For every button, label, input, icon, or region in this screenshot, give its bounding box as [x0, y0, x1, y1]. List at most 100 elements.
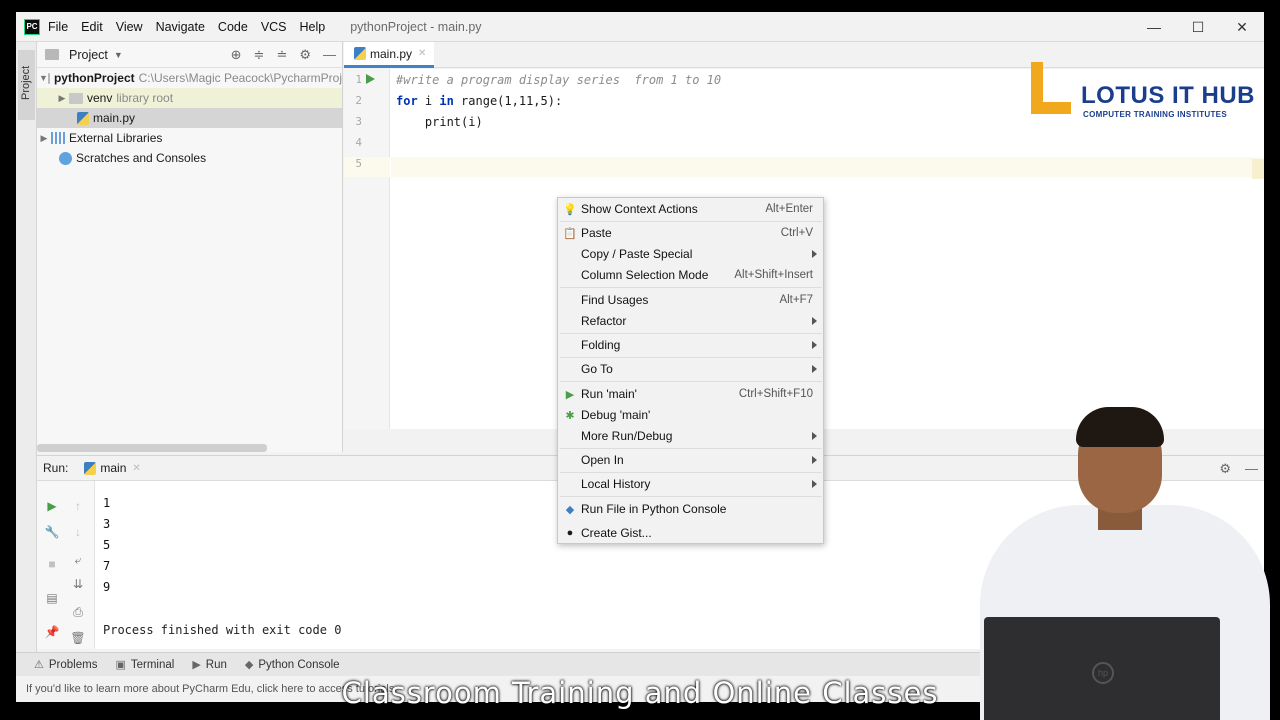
chevron-down-icon[interactable]: ▼: [39, 73, 48, 83]
collapse-all-icon[interactable]: ≐: [276, 47, 287, 63]
tab-problems[interactable]: ⚠ Problems: [34, 658, 97, 672]
horizontal-scrollbar[interactable]: [37, 444, 267, 452]
tree-label: venv: [87, 91, 113, 105]
run-icon: ▶: [565, 388, 575, 401]
print-icon[interactable]: ⎙: [71, 605, 85, 619]
project-panel-title[interactable]: Project: [69, 48, 108, 62]
clipboard-icon: 📋: [563, 227, 577, 240]
menu-item-create-gist[interactable]: ● Create Gist...: [558, 522, 823, 544]
menu-item-folding[interactable]: Folding: [558, 334, 823, 356]
layout-icon[interactable]: ▤: [45, 591, 59, 605]
menu-item-label: Find Usages: [581, 293, 649, 307]
close-icon[interactable]: ✕: [132, 463, 140, 474]
problems-icon: ⚠: [34, 659, 44, 671]
run-tab-main[interactable]: main ✕: [84, 461, 141, 475]
terminal-icon: ▣: [115, 659, 126, 671]
expand-all-icon[interactable]: ≑: [254, 47, 265, 63]
menu-view[interactable]: View: [116, 20, 143, 34]
python-file-icon: [77, 111, 89, 125]
menu-item-show-context-actions[interactable]: 💡 Show Context Actions Alt+Enter: [558, 198, 823, 220]
wrench-icon[interactable]: 🔧: [45, 525, 60, 539]
code-text: i: [417, 94, 440, 108]
stop-icon[interactable]: ■: [45, 557, 59, 571]
soft-wrap-icon[interactable]: ⤶: [71, 553, 85, 567]
menu-item-shortcut: Alt+F7: [779, 294, 813, 306]
tab-terminal[interactable]: ▣ Terminal: [115, 658, 174, 672]
trash-icon[interactable]: 🗑: [70, 631, 85, 645]
run-tab-label: main: [100, 461, 127, 475]
github-icon: ●: [566, 527, 574, 539]
video-caption: Classroom Training and Online Classes: [341, 676, 939, 710]
menu-item-paste[interactable]: 📋 Paste Ctrl+V: [558, 222, 823, 244]
menu-item-local-history[interactable]: Local History: [558, 473, 823, 495]
folder-icon: [47, 72, 50, 84]
tab-label: Python Console: [258, 658, 340, 671]
rerun-icon[interactable]: ▶: [45, 499, 59, 513]
maximize-button[interactable]: ☐: [1176, 12, 1220, 42]
tree-row-external-libraries[interactable]: ▶ External Libraries: [37, 128, 342, 148]
scrollbar-marker: [1252, 159, 1264, 179]
menu-item-refactor[interactable]: Refactor: [558, 310, 823, 332]
submenu-arrow-icon: [812, 317, 817, 325]
run-gutter-icon[interactable]: [366, 74, 375, 84]
locate-icon[interactable]: ⊕: [231, 47, 242, 63]
menu-edit[interactable]: Edit: [81, 20, 103, 34]
keyword: for: [396, 94, 418, 108]
code-text: range(1,11,5):: [453, 94, 563, 108]
menu-item-more-run-debug[interactable]: More Run/Debug: [558, 425, 823, 447]
tree-row-project-root[interactable]: ▼ pythonProject C:\Users\Magic Peacock\P…: [37, 68, 342, 88]
menu-item-column-selection-mode[interactable]: Column Selection Mode Alt+Shift+Insert: [558, 264, 823, 286]
keyword: in: [439, 94, 454, 108]
menu-item-label: Column Selection Mode: [581, 268, 709, 282]
hide-icon[interactable]: —: [323, 47, 336, 63]
pin-icon[interactable]: 📌: [45, 625, 60, 639]
project-tool-button[interactable]: Project: [18, 50, 35, 120]
minimize-button[interactable]: —: [1132, 12, 1176, 42]
tab-run[interactable]: ▶ Run: [192, 658, 227, 672]
close-icon[interactable]: ✕: [418, 48, 426, 59]
menu-item-run-main[interactable]: ▶ Run 'main' Ctrl+Shift+F10: [558, 383, 823, 405]
chevron-right-icon[interactable]: ▶: [55, 93, 69, 104]
menu-navigate[interactable]: Navigate: [156, 20, 205, 34]
gear-icon[interactable]: ⚙: [299, 47, 311, 63]
menu-item-label: Copy / Paste Special: [581, 247, 693, 261]
brand-tagline: COMPUTER TRAINING INSTITUTES: [1083, 110, 1227, 119]
menu-vcs[interactable]: VCS: [261, 20, 287, 34]
folder-icon: [69, 92, 83, 104]
submenu-arrow-icon: [812, 456, 817, 464]
menu-item-run-file-in-python-console[interactable]: ◆ Run File in Python Console: [558, 498, 823, 520]
tree-row-main-py[interactable]: main.py: [37, 108, 342, 128]
menu-item-find-usages[interactable]: Find Usages Alt+F7: [558, 289, 823, 311]
tree-row-scratches[interactable]: Scratches and Consoles: [37, 148, 342, 168]
arrow-up-icon[interactable]: ↑: [71, 499, 85, 513]
project-panel-tools: ⊕ ≑ ≐ ⚙ —: [231, 47, 336, 63]
tree-row-venv[interactable]: ▶ venv library root: [37, 88, 342, 108]
menu-item-go-to[interactable]: Go To: [558, 358, 823, 380]
tab-main-py[interactable]: main.py ✕: [344, 42, 434, 68]
editor-context-menu: 💡 Show Context Actions Alt+Enter 📋 Paste…: [557, 197, 824, 544]
menu-item-label: Create Gist...: [581, 526, 652, 540]
tree-label: main.py: [93, 111, 136, 125]
chevron-down-icon[interactable]: ▼: [114, 50, 123, 60]
menu-help[interactable]: Help: [300, 20, 326, 34]
menu-item-debug-main[interactable]: ✱ Debug 'main': [558, 404, 823, 426]
menu-code[interactable]: Code: [218, 20, 248, 34]
tree-label: External Libraries: [69, 131, 163, 145]
menu-file[interactable]: File: [48, 20, 68, 34]
output-line: 5: [103, 538, 111, 552]
current-line-highlight: [391, 157, 1264, 177]
scroll-end-icon[interactable]: ⇊: [71, 577, 85, 591]
submenu-arrow-icon: [812, 365, 817, 373]
tree-label: pythonProject: [53, 71, 135, 85]
project-panel-header: Project ▼ ⊕ ≑ ≐ ⚙ —: [37, 42, 342, 68]
menu-separator: [560, 287, 822, 288]
menu-item-copy-paste-special[interactable]: Copy / Paste Special: [558, 243, 823, 265]
output-line: 7: [103, 559, 111, 573]
tab-python-console[interactable]: ◆ Python Console: [245, 658, 340, 672]
python-file-icon: [354, 47, 366, 60]
close-button[interactable]: ✕: [1220, 12, 1264, 42]
menu-item-open-in[interactable]: Open In: [558, 449, 823, 471]
chevron-right-icon[interactable]: ▶: [37, 133, 51, 144]
arrow-down-icon[interactable]: ↓: [71, 525, 85, 539]
brand-name: LOTUS IT HUB: [1081, 82, 1255, 109]
